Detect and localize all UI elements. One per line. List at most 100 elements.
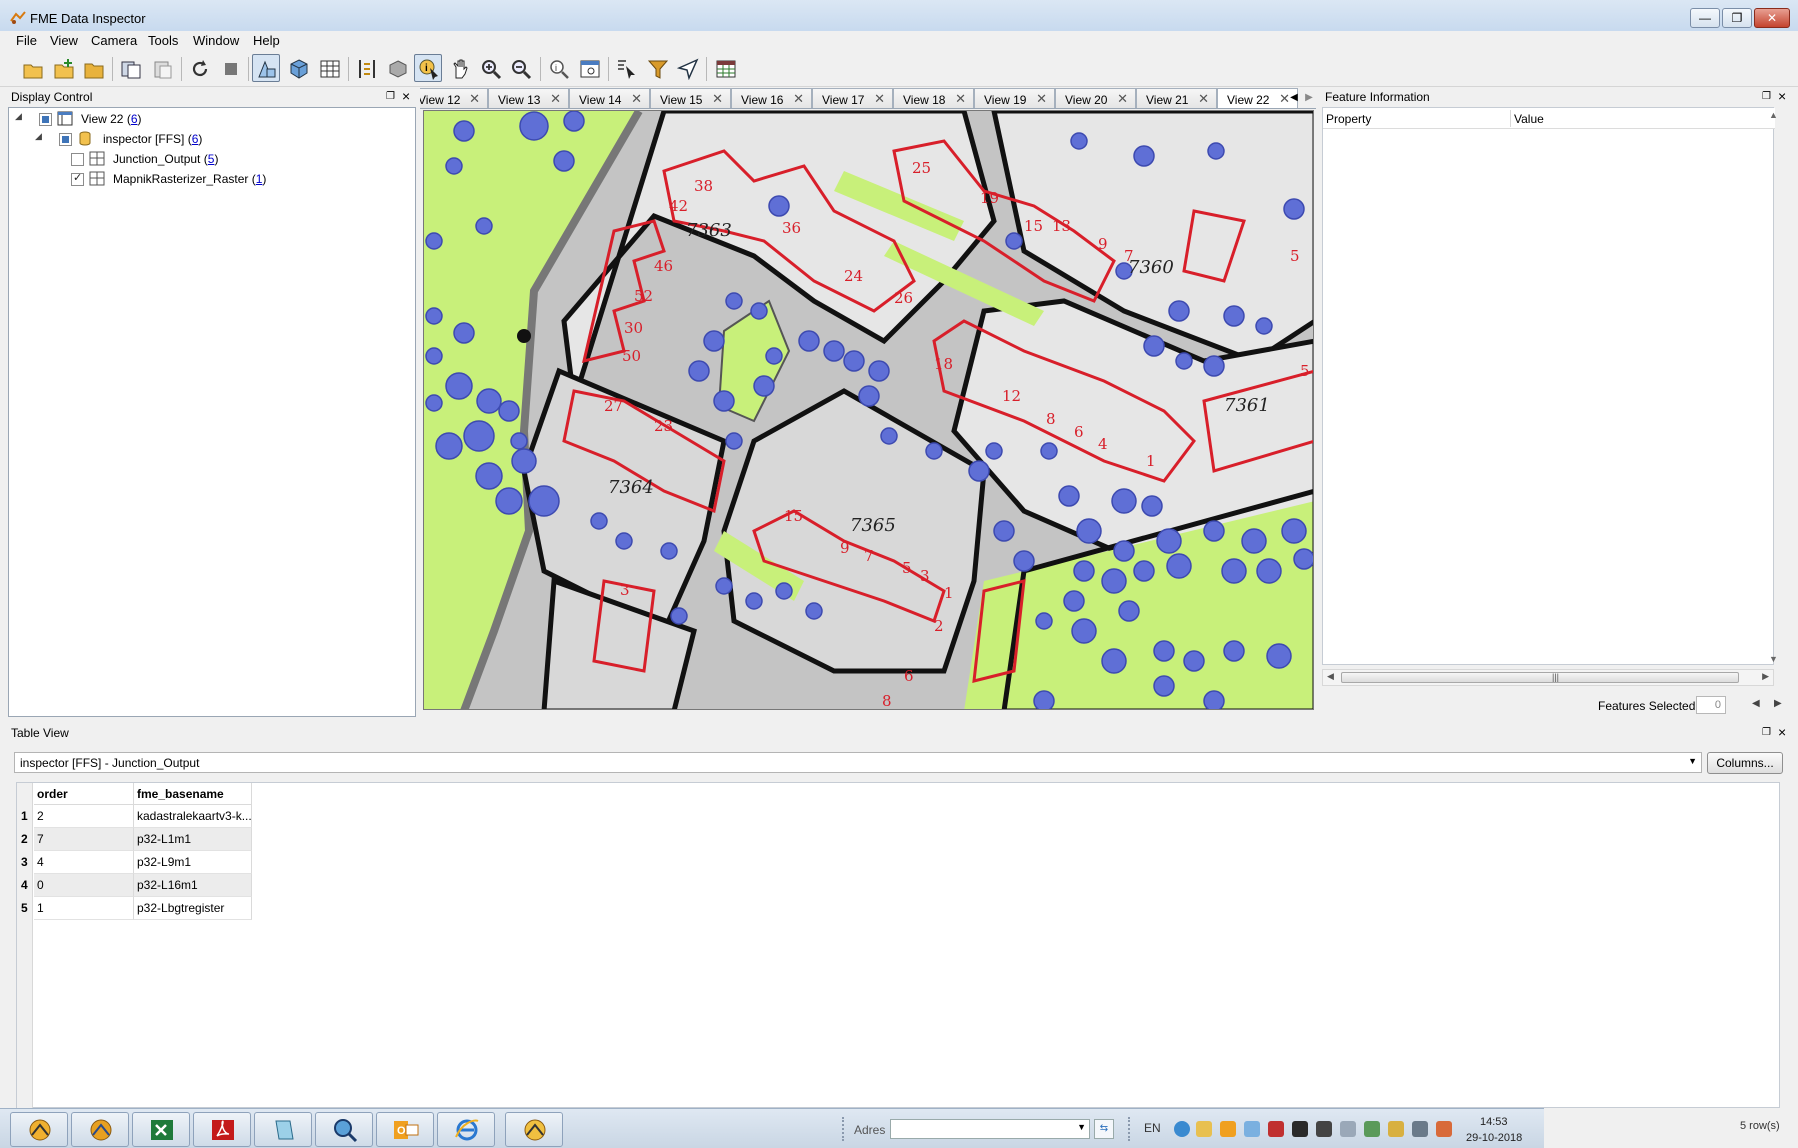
power-icon[interactable] — [1436, 1121, 1452, 1137]
taskbar-fme-inspector[interactable] — [71, 1112, 129, 1147]
close-tab-icon[interactable]: ✕ — [955, 91, 966, 107]
tab-view-17[interactable]: View 17 ✕ — [812, 88, 893, 108]
tab-view-19[interactable]: View 19 ✕ — [974, 88, 1055, 108]
tab-scroll-right-icon[interactable]: ▶ — [1302, 88, 1316, 108]
3d-view-button[interactable] — [284, 54, 312, 82]
mcafee-shield-icon[interactable] — [1268, 1121, 1284, 1137]
table-row[interactable]: 1 2 kadastralekaartv3-k... — [17, 805, 253, 828]
navigate-button[interactable] — [673, 54, 701, 82]
close-tab-icon[interactable]: ✕ — [1036, 91, 1047, 107]
stop-button[interactable] — [216, 54, 244, 82]
nvidia-icon[interactable] — [1292, 1121, 1308, 1137]
display-icon[interactable] — [1412, 1121, 1428, 1137]
table-row[interactable]: 2 7 p32-L1m1 — [17, 828, 253, 851]
columns-button[interactable]: Columns... — [1707, 752, 1783, 774]
tab-view-12[interactable]: View 12 ✕ — [420, 88, 488, 108]
taskbar-outlook[interactable]: O — [376, 1112, 434, 1147]
network-globe-icon[interactable] — [1174, 1121, 1190, 1137]
raster-count-link[interactable]: 1 — [256, 172, 263, 186]
tab-view-22[interactable]: View 22 ✕ — [1217, 88, 1298, 108]
scroll-left-icon[interactable]: ◀ — [1327, 671, 1334, 682]
device-icon[interactable] — [1364, 1121, 1380, 1137]
view-count-link[interactable]: 6 — [131, 112, 138, 126]
scroll-thumb[interactable]: ||| — [1341, 672, 1739, 683]
close-panel-icon[interactable]: × — [1778, 724, 1786, 740]
menu-help[interactable]: Help — [253, 33, 280, 48]
mail-icon[interactable] — [1196, 1121, 1212, 1137]
collapse-arrow-icon[interactable]: ◢ — [15, 111, 22, 122]
refresh-button[interactable] — [185, 54, 213, 82]
table-button[interactable] — [315, 54, 343, 82]
open-folder-button[interactable] — [79, 54, 107, 82]
view-visibility-checkbox[interactable] — [39, 113, 52, 126]
tab-scroll-left-icon[interactable]: ◀ — [1287, 88, 1301, 108]
address-input[interactable]: ▼ — [890, 1119, 1090, 1139]
feature-info-hscrollbar[interactable]: ◀ ||| ▶ — [1322, 669, 1774, 686]
tab-view-18[interactable]: View 18 ✕ — [893, 88, 974, 108]
measure-button[interactable] — [352, 54, 380, 82]
junction-output-checkbox[interactable] — [71, 153, 84, 166]
taskbar-search[interactable] — [315, 1112, 373, 1147]
minimize-button[interactable]: — — [1690, 8, 1720, 28]
audio-driver-icon[interactable] — [1316, 1121, 1332, 1137]
menu-window[interactable]: Window — [193, 33, 239, 48]
filter-button[interactable] — [643, 54, 671, 82]
table-view-button[interactable] — [711, 54, 739, 82]
background-map-button[interactable] — [383, 54, 411, 82]
tab-view-13[interactable]: View 13 ✕ — [488, 88, 569, 108]
close-window-button[interactable]: ✕ — [1754, 8, 1790, 28]
close-tab-icon[interactable]: ✕ — [550, 91, 561, 107]
close-tab-icon[interactable]: ✕ — [1198, 91, 1209, 107]
outlook-tray-icon[interactable] — [1220, 1121, 1236, 1137]
taskbar-fme-workbench[interactable] — [10, 1112, 68, 1147]
table-source-select[interactable]: inspector [FFS] - Junction_Output ▼ — [14, 752, 1702, 773]
dataset-visibility-checkbox[interactable] — [59, 133, 72, 146]
close-panel-icon[interactable]: × — [402, 88, 410, 104]
column-header-order[interactable]: order — [34, 783, 134, 805]
table-row[interactable]: 5 1 p32-Lbgtregister — [17, 897, 253, 920]
value-column-header[interactable]: Value — [1514, 112, 1544, 126]
close-tab-icon[interactable]: ✕ — [793, 91, 804, 107]
open-button[interactable] — [18, 54, 46, 82]
taskbar-excel[interactable] — [132, 1112, 190, 1147]
language-indicator[interactable]: EN — [1144, 1121, 1161, 1135]
table-row[interactable]: 4 0 p32-L16m1 — [17, 874, 253, 897]
sync-icon[interactable] — [1244, 1121, 1260, 1137]
collapse-arrow-icon[interactable]: ◢ — [35, 131, 42, 142]
tab-view-20[interactable]: View 20 ✕ — [1055, 88, 1136, 108]
close-tab-icon[interactable]: ✕ — [631, 91, 642, 107]
select-features-button[interactable] — [612, 54, 640, 82]
previous-feature-icon[interactable]: ◀ — [1752, 698, 1760, 709]
tab-view-15[interactable]: View 15 ✕ — [650, 88, 731, 108]
scroll-down-icon[interactable]: ▼ — [1769, 654, 1778, 664]
taskbar-fme-data-inspector[interactable] — [505, 1112, 563, 1147]
table-row[interactable]: 3 4 p32-L9m1 — [17, 851, 253, 874]
tab-view-16[interactable]: View 16 ✕ — [731, 88, 812, 108]
paste-view-button[interactable] — [148, 54, 176, 82]
junction-output-count-link[interactable]: 5 — [208, 152, 215, 166]
menu-camera[interactable]: Camera — [91, 33, 137, 48]
scroll-up-icon[interactable]: ▲ — [1769, 110, 1778, 120]
scroll-right-icon[interactable]: ▶ — [1762, 671, 1769, 682]
lock-icon[interactable] — [1388, 1121, 1404, 1137]
next-feature-icon[interactable]: ▶ — [1774, 698, 1782, 709]
close-panel-icon[interactable]: × — [1778, 88, 1786, 104]
menu-view[interactable]: View — [50, 33, 78, 48]
maximize-button[interactable]: ❐ — [1722, 8, 1752, 28]
close-tab-icon[interactable]: ✕ — [469, 91, 480, 107]
dropdown-arrow-icon[interactable]: ▼ — [1688, 756, 1697, 766]
zoom-in-button[interactable] — [476, 54, 504, 82]
zoom-extents-button[interactable]: i — [544, 54, 572, 82]
copy-view-button[interactable] — [116, 54, 144, 82]
menu-tools[interactable]: Tools — [148, 33, 178, 48]
chevron-down-icon[interactable]: ▼ — [1077, 1122, 1086, 1132]
clock-date[interactable]: 29-10-2018 — [1466, 1132, 1522, 1144]
pan-button[interactable] — [445, 54, 473, 82]
column-header-fme-basename[interactable]: fme_basename — [134, 783, 252, 805]
zoom-out-button[interactable] — [506, 54, 534, 82]
dataset-count-link[interactable]: 6 — [192, 132, 199, 146]
taskbar-internet-explorer[interactable] — [437, 1112, 495, 1147]
address-go-button[interactable]: ⇆ — [1094, 1119, 1114, 1139]
menu-file[interactable]: File — [16, 33, 37, 48]
property-column-header[interactable]: Property — [1326, 112, 1371, 126]
